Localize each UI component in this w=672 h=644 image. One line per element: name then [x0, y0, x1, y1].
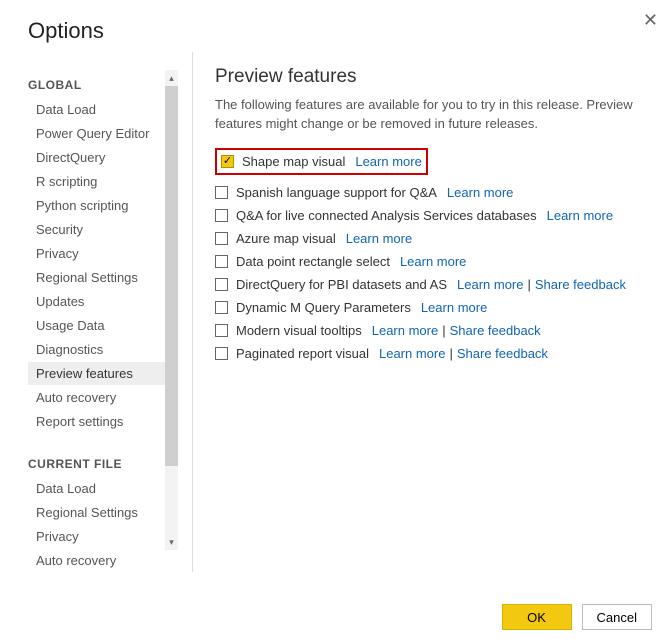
dialog-title: Options — [0, 0, 672, 52]
feature-checkbox[interactable]: ✓ — [221, 155, 234, 168]
link-separator: | — [527, 277, 530, 292]
sidebar-item[interactable]: Auto recovery — [28, 549, 174, 572]
feature-row: DirectQuery for PBI datasets and AS Learn… — [215, 273, 646, 296]
link-separator: | — [449, 346, 452, 361]
feature-label: Dynamic M Query Parameters — [236, 300, 411, 315]
feature-row: ✓ Shape map visual Learn more — [215, 148, 428, 175]
main-panel: Preview features The following features … — [193, 52, 652, 572]
feature-row: Azure map visual Learn more — [215, 227, 646, 250]
feature-row: Data point rectangle select Learn more — [215, 250, 646, 273]
sidebar-item[interactable]: Report settings — [28, 410, 174, 433]
sidebar-item[interactable]: Updates — [28, 290, 174, 313]
learn-more-link[interactable]: Learn more — [372, 323, 438, 338]
sidebar-item[interactable]: DirectQuery — [28, 146, 174, 169]
dialog-footer: OK Cancel — [502, 604, 652, 630]
sidebar-header-current-file: CURRENT FILE — [28, 457, 174, 471]
feature-checkbox[interactable] — [215, 278, 228, 291]
sidebar-item[interactable]: Usage Data — [28, 314, 174, 337]
feature-checkbox[interactable] — [215, 255, 228, 268]
feature-label: Q&A for live connected Analysis Services… — [236, 208, 537, 223]
cancel-button[interactable]: Cancel — [582, 604, 652, 630]
dialog-body: ▴ ▾ GLOBAL Data LoadPower Query EditorDi… — [0, 52, 672, 572]
feature-checkbox[interactable] — [215, 324, 228, 337]
share-feedback-link[interactable]: Share feedback — [450, 323, 541, 338]
feature-row: Dynamic M Query Parameters Learn more — [215, 296, 646, 319]
sidebar-item[interactable]: Regional Settings — [28, 501, 174, 524]
sidebar-item[interactable]: Privacy — [28, 242, 174, 265]
learn-more-link[interactable]: Learn more — [547, 208, 613, 223]
feature-label: Spanish language support for Q&A — [236, 185, 437, 200]
scrollbar-thumb[interactable] — [165, 86, 178, 466]
sidebar-item[interactable]: Preview features — [28, 362, 174, 385]
sidebar-item[interactable]: Data Load — [28, 477, 174, 500]
learn-more-link[interactable]: Learn more — [355, 154, 421, 169]
sidebar-item[interactable]: Security — [28, 218, 174, 241]
panel-title: Preview features — [215, 66, 646, 88]
feature-checkbox[interactable] — [215, 209, 228, 222]
sidebar-item[interactable]: Python scripting — [28, 194, 174, 217]
learn-more-link[interactable]: Learn more — [379, 346, 445, 361]
sidebar-item[interactable]: Privacy — [28, 525, 174, 548]
sidebar: ▴ ▾ GLOBAL Data LoadPower Query EditorDi… — [28, 52, 178, 572]
scroll-up-icon[interactable]: ▴ — [165, 70, 178, 86]
feature-row: Paginated report visual Learn more | Share … — [215, 342, 646, 365]
ok-button[interactable]: OK — [502, 604, 572, 630]
learn-more-link[interactable]: Learn more — [447, 185, 513, 200]
learn-more-link[interactable]: Learn more — [400, 254, 466, 269]
feature-checkbox[interactable] — [215, 347, 228, 360]
learn-more-link[interactable]: Learn more — [421, 300, 487, 315]
feature-row: Spanish language support for Q&A Learn mo… — [215, 181, 646, 204]
close-icon[interactable]: ✕ — [643, 10, 658, 31]
sidebar-item[interactable]: Power Query Editor — [28, 122, 174, 145]
sidebar-item[interactable]: Regional Settings — [28, 266, 174, 289]
share-feedback-link[interactable]: Share feedback — [457, 346, 548, 361]
sidebar-item[interactable]: Diagnostics — [28, 338, 174, 361]
feature-row: Q&A for live connected Analysis Services… — [215, 204, 646, 227]
scroll-down-icon[interactable]: ▾ — [165, 534, 178, 550]
sidebar-item[interactable]: Auto recovery — [28, 386, 174, 409]
feature-checkbox[interactable] — [215, 301, 228, 314]
link-separator: | — [442, 323, 445, 338]
panel-description: The following features are available for… — [215, 96, 646, 134]
feature-checkbox[interactable] — [215, 232, 228, 245]
sidebar-header-global: GLOBAL — [28, 78, 174, 92]
sidebar-item[interactable]: Data Load — [28, 98, 174, 121]
learn-more-link[interactable]: Learn more — [346, 231, 412, 246]
feature-label: Data point rectangle select — [236, 254, 390, 269]
feature-label: DirectQuery for PBI datasets and AS — [236, 277, 447, 292]
feature-label: Azure map visual — [236, 231, 336, 246]
share-feedback-link[interactable]: Share feedback — [535, 277, 626, 292]
feature-label: Paginated report visual — [236, 346, 369, 361]
sidebar-item[interactable]: R scripting — [28, 170, 174, 193]
feature-label: Modern visual tooltips — [236, 323, 362, 338]
learn-more-link[interactable]: Learn more — [457, 277, 523, 292]
feature-checkbox[interactable] — [215, 186, 228, 199]
feature-label: Shape map visual — [242, 154, 345, 169]
feature-row: Modern visual tooltips Learn more | Share f… — [215, 319, 646, 342]
